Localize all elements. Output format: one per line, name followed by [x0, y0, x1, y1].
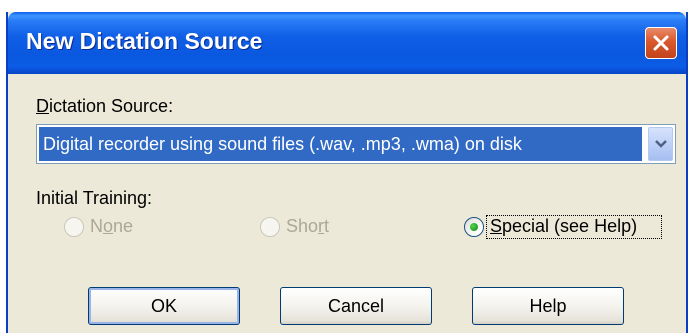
training-option-special[interactable]: Special (see Help) — [464, 215, 674, 240]
window-title: New Dictation Source — [26, 28, 263, 54]
training-option-short-label: Short — [286, 216, 330, 236]
training-option-special-label: Special (see Help) — [490, 216, 638, 236]
radio-selected-dot — [470, 223, 478, 231]
dropdown-button[interactable] — [648, 127, 673, 161]
cancel-button[interactable]: Cancel — [280, 287, 432, 325]
ok-button[interactable]: OK — [88, 287, 240, 325]
new-dictation-source-dialog: New Dictation Source Dictation Source: D… — [6, 12, 688, 333]
training-option-none-label: None — [90, 216, 134, 236]
help-button[interactable]: Help — [472, 287, 624, 325]
close-button[interactable] — [645, 27, 677, 59]
dictation-source-label: Dictation Source: — [36, 96, 174, 116]
radio-circle — [464, 217, 484, 237]
training-option-none[interactable]: None — [64, 216, 184, 240]
training-option-short[interactable]: Short — [260, 216, 380, 240]
dictation-source-selected-value: Digital recorder using sound files (.wav… — [39, 127, 642, 161]
radio-circle — [260, 217, 280, 237]
dictation-source-select[interactable]: Digital recorder using sound files (.wav… — [36, 124, 676, 164]
initial-training-label: Initial Training: — [36, 188, 153, 208]
radio-circle — [64, 217, 84, 237]
title-bar[interactable]: New Dictation Source — [8, 12, 686, 74]
